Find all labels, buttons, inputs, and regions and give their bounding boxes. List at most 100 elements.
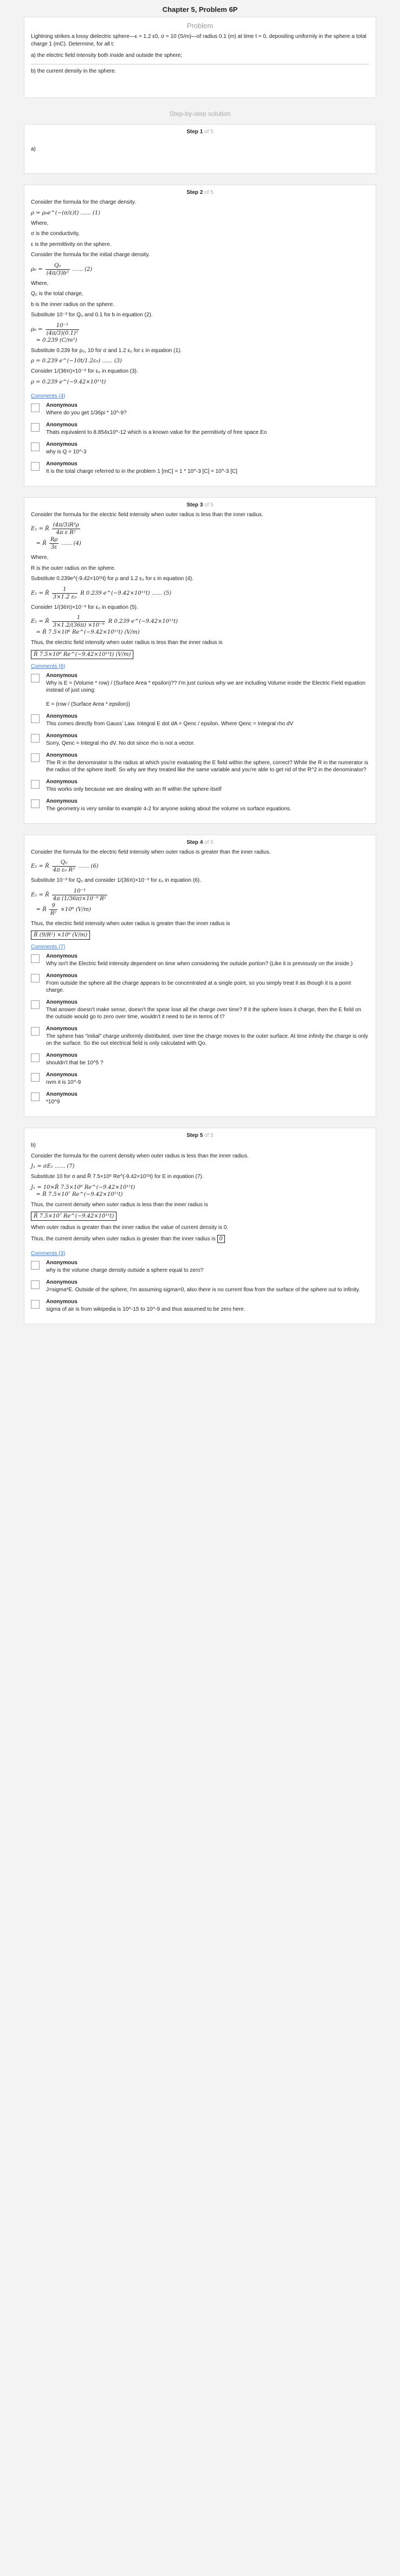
comment-author: Anonymous <box>46 732 78 739</box>
comment-item: Anonymous *10^9 <box>31 1091 369 1105</box>
comment-author: Anonymous <box>46 778 78 785</box>
comment-author: Anonymous <box>46 1091 78 1097</box>
step-text: Thus, the current density when outer rad… <box>31 1201 208 1208</box>
comment-checkbox[interactable] <box>31 1000 40 1009</box>
comment-item: Anonymous The sphere has "initial" charge… <box>31 1026 369 1047</box>
comment-checkbox[interactable] <box>31 1261 40 1270</box>
step-2-card: Step 2 of 5 Consider the formula for the… <box>24 185 376 486</box>
comment-checkbox[interactable] <box>31 733 40 743</box>
step-text: Consider the formula for the current den… <box>31 1153 249 1159</box>
comment-author: Anonymous <box>46 1279 78 1285</box>
step-text: b is the inner radius on the sphere. <box>31 301 114 308</box>
step-text: Consider the formula for the electric fi… <box>31 849 271 855</box>
equation: ρ = 0.239 e^(−9.42×10¹¹t) <box>31 379 106 385</box>
comment-item: Anonymous Why is E = (Volume * row) / (Su… <box>31 673 369 708</box>
step-3-card: Step 3 of 5 Consider the formula for the… <box>24 497 376 824</box>
comment-checkbox[interactable] <box>31 1300 40 1309</box>
comments-toggle[interactable]: Comments (7) <box>31 944 65 950</box>
comment-checkbox[interactable] <box>31 714 40 723</box>
comment-text: J=sigma*E. Outside of the sphere, I'm as… <box>46 1287 360 1293</box>
comment-item: Anonymous Why isn't the Electric field in… <box>31 953 369 967</box>
step-3-title: Step 3 of 5 <box>186 502 214 508</box>
comment-checkbox[interactable] <box>31 1073 40 1082</box>
comment-text: Why is E = (Volume * row) / (Surface Are… <box>46 680 366 707</box>
comment-author: Anonymous <box>46 1026 78 1032</box>
problem-part-b: b) the current density in the sphere. <box>31 68 117 74</box>
step-1-card: Step 1 of 5 a) <box>24 124 376 174</box>
comment-item: Anonymous Sorry, Qenc = Integral rho dV. … <box>31 733 369 747</box>
step-text: Thus, the electric field intensity when … <box>31 640 223 646</box>
comment-item: Anonymous That answer doesn't make sense,… <box>31 999 369 1020</box>
comment-text: That answer doesn't make sense, doesn't … <box>46 1007 362 1020</box>
comment-item: Anonymous From outside the sphere all the… <box>31 973 369 994</box>
step-text: When outer radius is greater than the in… <box>31 1225 229 1231</box>
comment-checkbox[interactable] <box>31 753 40 762</box>
comment-text: Where do you get 1/36pi * 10^-9? <box>46 409 127 416</box>
step-text: Substitute 10⁻³ for Q₀ and consider 1/(3… <box>31 877 201 883</box>
comment-author: Anonymous <box>46 1260 78 1266</box>
comment-text: The sphere has "initial" charge uniforml… <box>46 1033 369 1046</box>
comment-item: Anonymous J=sigma*E. Outside of the spher… <box>31 1279 369 1293</box>
comment-checkbox[interactable] <box>31 779 40 789</box>
comment-text: *10^9 <box>46 1099 60 1105</box>
comment-checkbox[interactable] <box>31 799 40 808</box>
comments-toggle[interactable]: Comments (6) <box>31 663 65 669</box>
equation: J₁ = σE₁ ...... (7) <box>31 1163 75 1169</box>
step-text: Where, <box>31 220 49 226</box>
comment-text: The R in the denominator is the radius a… <box>46 759 369 773</box>
comment-author: Anonymous <box>46 402 78 408</box>
comment-author: Anonymous <box>46 672 78 679</box>
comment-checkbox[interactable] <box>31 673 40 682</box>
comment-item: Anonymous The R in the denominator is the… <box>31 752 369 773</box>
comment-author: Anonymous <box>46 1072 78 1078</box>
comment-author: Anonymous <box>46 999 78 1005</box>
answer-box: R̂ 7.5×10⁶ Re^(−9.42×10¹¹t) (V/m) <box>31 649 134 659</box>
comment-checkbox[interactable] <box>31 954 40 963</box>
comment-item: Anonymous why is Q = 10^-3 <box>31 441 369 456</box>
comment-item: Anonymous Where do you get 1/36pi * 10^-9… <box>31 402 369 417</box>
comment-item: Anonymous shouldn't that be 10^5 ? <box>31 1052 369 1066</box>
step-2-title: Step 2 of 5 <box>186 190 214 196</box>
step-text: Where, <box>31 280 49 287</box>
equation: ρ₀ = 10⁻³ (4π/3)(0.1)³ = 0.239 (C/m³) <box>31 322 79 343</box>
comments-toggle[interactable]: Comments (3) <box>31 1251 65 1257</box>
step-text: Substitute 0.239e^(-9.42×10¹¹t) for ρ an… <box>31 576 193 582</box>
page-title: Chapter 5, Problem 6P <box>162 5 238 14</box>
comment-checkbox[interactable] <box>31 1027 40 1036</box>
comments-toggle[interactable]: Comments (4) <box>31 393 65 399</box>
problem-card: Problem Lightning strikes a lossy dielec… <box>24 17 376 98</box>
part-label: b) <box>31 1142 36 1148</box>
comment-item: Anonymous nvm it is 10^-9 <box>31 1072 369 1086</box>
step-text: Where, <box>31 555 49 561</box>
problem-part-a: a) the electric field intensity both ins… <box>31 53 183 58</box>
comment-text: Why isn't the Electric field intensity d… <box>46 961 353 967</box>
step-text: Thus, the current density when outer rad… <box>31 1234 369 1243</box>
comment-checkbox[interactable] <box>31 442 40 451</box>
step-text: Substitute 10 for σ and R̂ 7.5×10⁶ Re^(-… <box>31 1174 204 1180</box>
comment-author: Anonymous <box>46 752 78 758</box>
step-text: R is the outer radius on the sphere. <box>31 565 116 571</box>
comment-checkbox[interactable] <box>31 422 40 432</box>
comment-text: nvm it is 10^-9 <box>46 1079 81 1085</box>
equation: ρ₀ = Q₀ (4π/3)b³ ...... (2) <box>31 262 93 276</box>
equation: J₁ = 10×R̂ 7.5×10⁶ Re^(−9.42×10¹¹t) = R̂… <box>31 1184 136 1198</box>
step-by-step-heading: Step-by-step solution <box>169 110 231 118</box>
comment-checkbox[interactable] <box>31 461 40 471</box>
step-5-card: Step 5 of 5 b) Consider the formula for … <box>24 1128 376 1324</box>
comment-text: why is Q = 10^-3 <box>46 448 87 455</box>
page: Chapter 5, Problem 6P Problem Lightning … <box>0 0 400 1335</box>
comment-author: Anonymous <box>46 1299 78 1305</box>
comment-text: From outside the sphere all the charge a… <box>46 980 351 993</box>
comment-checkbox[interactable] <box>31 403 40 412</box>
comment-checkbox[interactable] <box>31 1092 40 1101</box>
comment-checkbox[interactable] <box>31 1053 40 1062</box>
comment-text: The geometry is very similar to example … <box>46 805 292 812</box>
comment-checkbox[interactable] <box>31 974 40 983</box>
comment-checkbox[interactable] <box>31 1280 40 1289</box>
comment-author: Anonymous <box>46 953 78 959</box>
comment-author: Anonymous <box>46 441 78 447</box>
step-text: ε is the permittivity on the sphere. <box>31 241 112 248</box>
part-label: a) <box>31 146 36 152</box>
problem-text: Lightning strikes a lossy dielectric sph… <box>31 34 366 47</box>
equation: E₂ = R̂ 10⁻³ 4π (1/36π)×10⁻⁹ R² = R̂ 9 R² … <box>31 888 107 916</box>
